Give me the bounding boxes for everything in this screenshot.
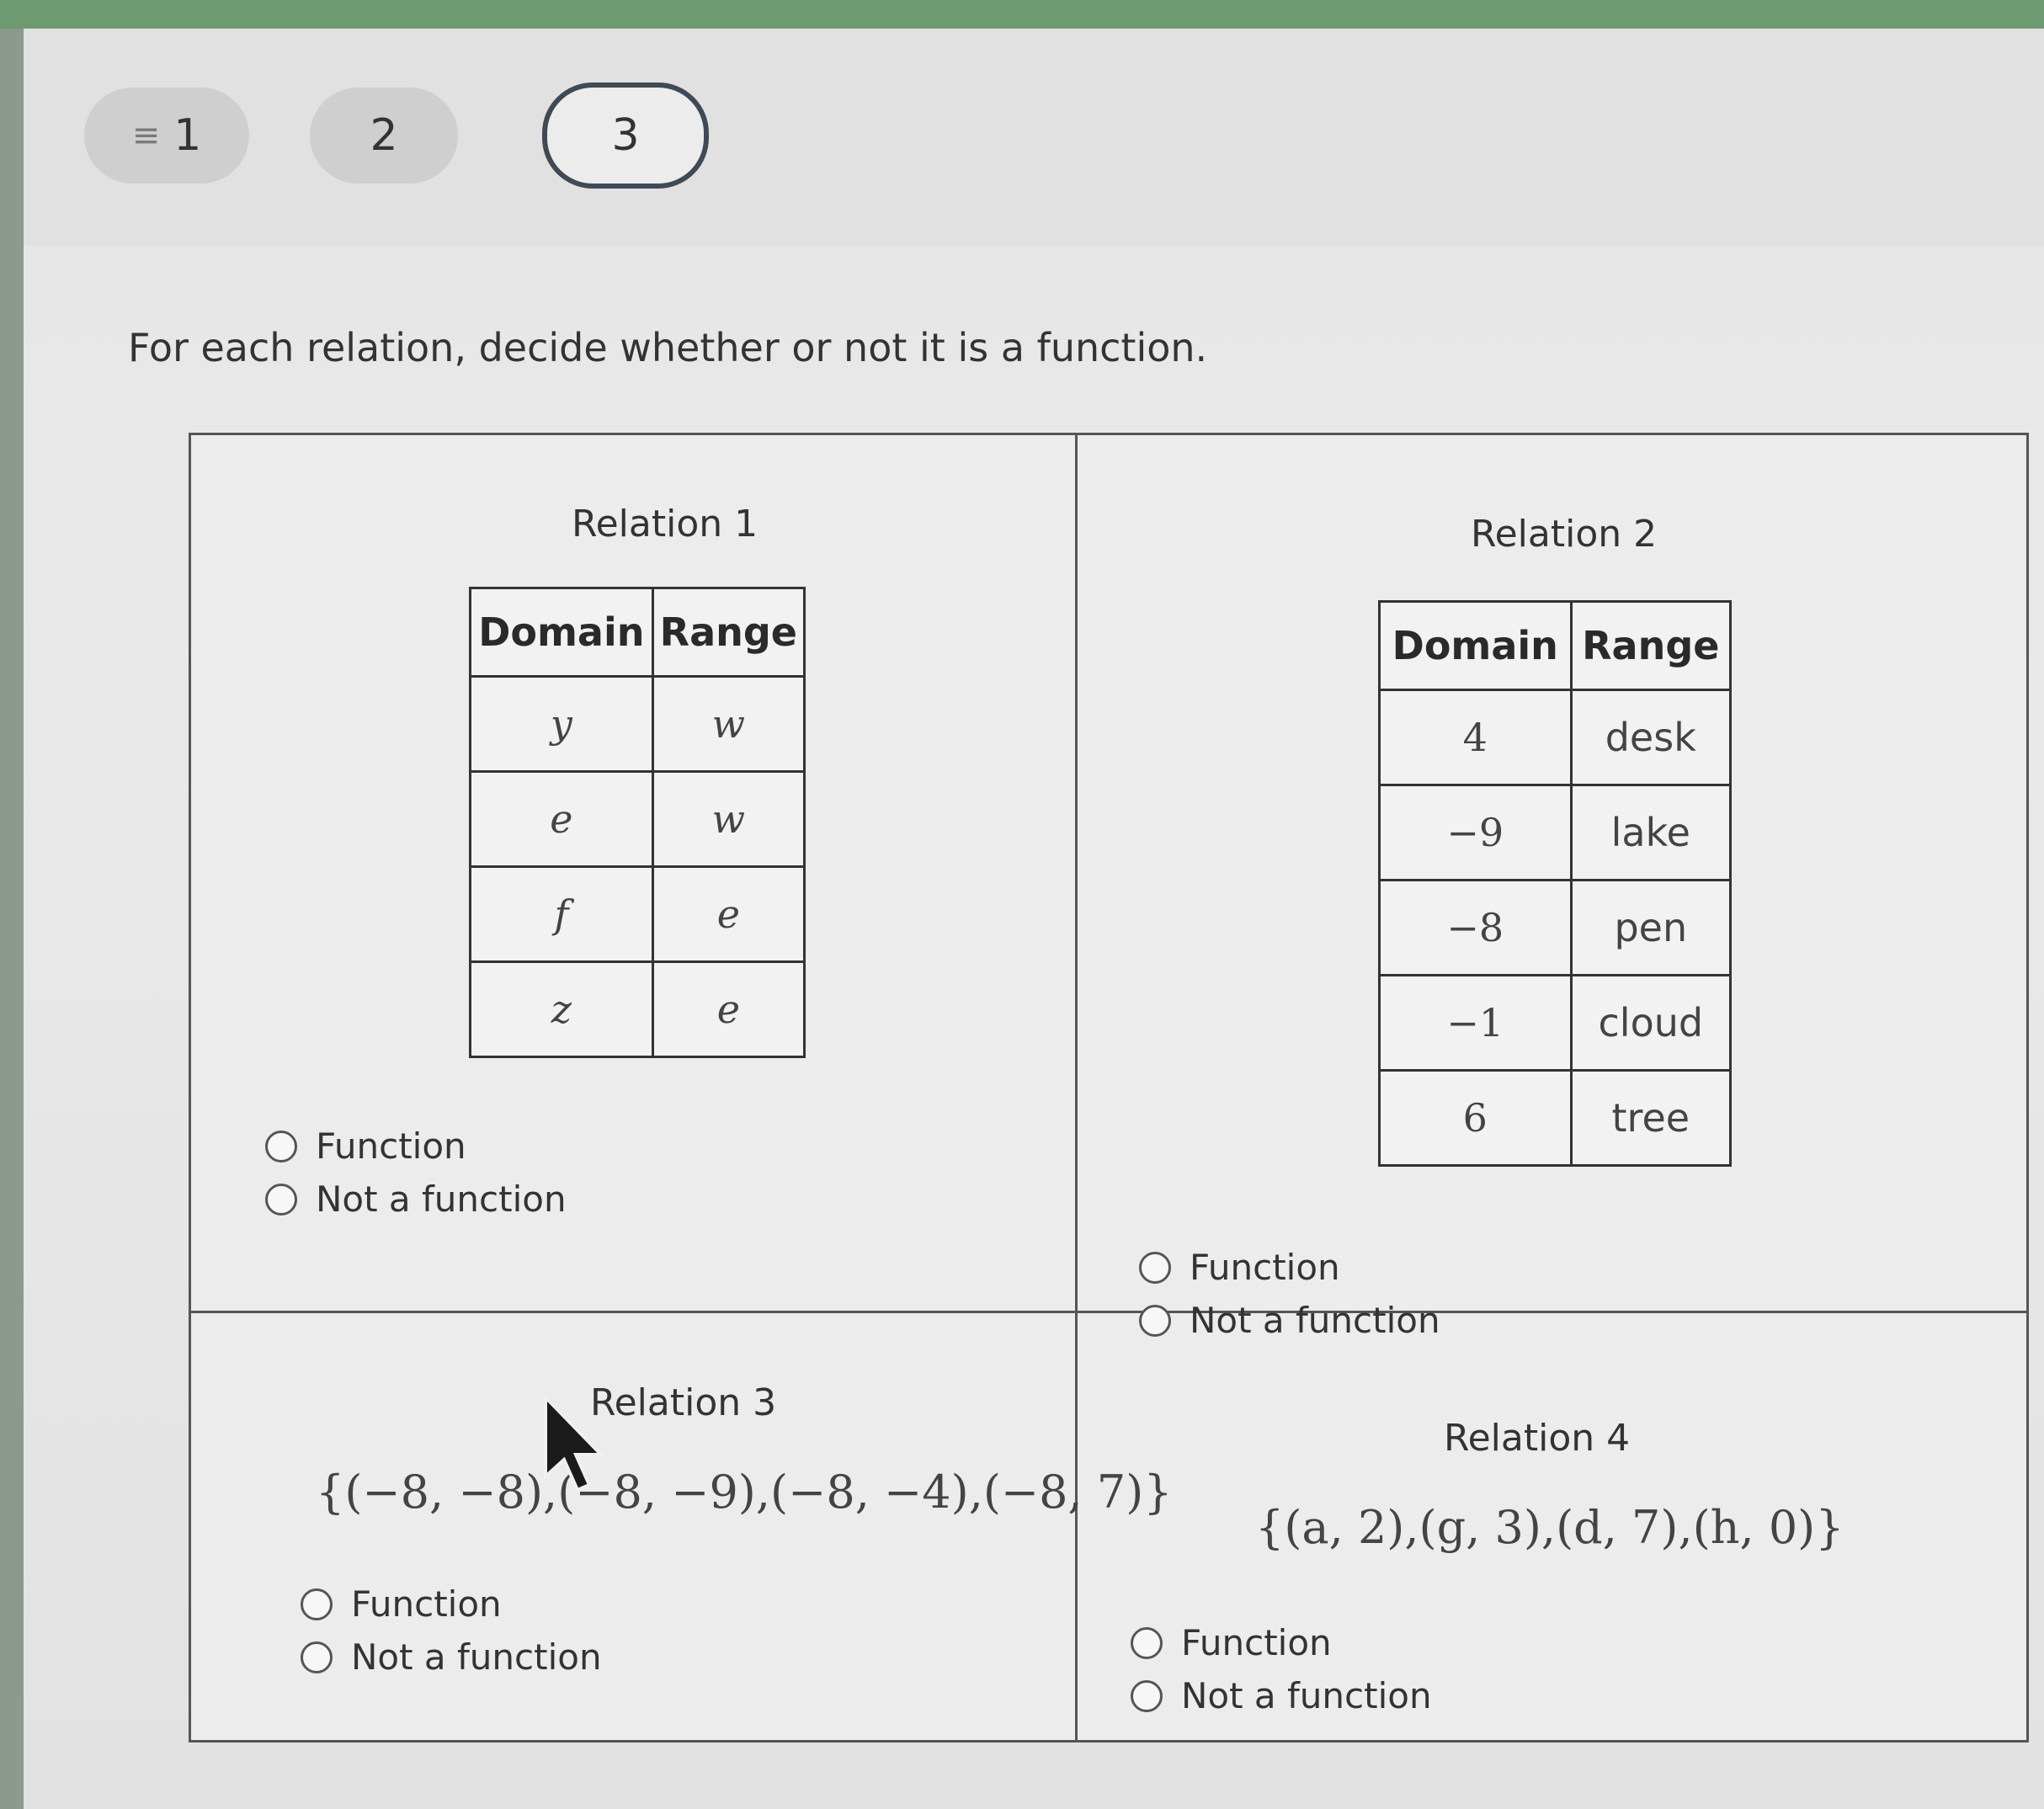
radio-button[interactable] (301, 1641, 333, 1673)
grid-vertical-divider (1075, 435, 1078, 1740)
step-3-button[interactable]: 3 (542, 82, 709, 189)
radio-button[interactable] (301, 1588, 333, 1620)
domain-cell: f (469, 865, 654, 963)
grid-horizontal-divider (191, 1311, 2026, 1313)
option-label: Not a function (316, 1179, 567, 1220)
option-label: Function (1190, 1247, 1340, 1288)
range-cell: cloud (1569, 974, 1733, 1072)
table-row: −8 pen (1378, 879, 1733, 976)
relation-1-table: Domain Range y w e w f e z e (469, 587, 806, 1058)
relation-1-options: Function Not a function (265, 1125, 567, 1232)
relation-4-function-option[interactable]: Function (1131, 1622, 1432, 1663)
step-2-button[interactable]: 2 (310, 88, 458, 184)
range-cell: lake (1569, 784, 1733, 881)
radio-button[interactable] (1139, 1251, 1171, 1284)
domain-cell: −9 (1378, 784, 1573, 881)
step-1-label: 1 (173, 110, 202, 161)
step-3-label: 3 (611, 110, 640, 161)
domain-cell: 6 (1378, 1069, 1573, 1167)
option-label: Function (316, 1125, 466, 1167)
range-cell: w (651, 675, 806, 773)
option-label: Function (1181, 1622, 1332, 1663)
radio-button[interactable] (1139, 1304, 1171, 1337)
relation-3-not-function-option[interactable]: Not a function (301, 1636, 602, 1678)
radio-button[interactable] (265, 1130, 297, 1163)
domain-cell: z (469, 960, 654, 1058)
domain-cell: 4 (1378, 689, 1573, 786)
relation-1-not-function-option[interactable]: Not a function (265, 1179, 567, 1220)
instructions-text: For each relation, decide whether or not… (128, 325, 1208, 370)
option-label: Function (351, 1583, 502, 1625)
domain-cell: y (469, 675, 654, 773)
relations-grid: Relation 1 Domain Range y w e w f e z e (189, 433, 2029, 1742)
relation-2-domain-header: Domain (1378, 600, 1573, 691)
relation-3-set: {(−8, −8),(−8, −9),(−8, −4),(−8, 7)} (316, 1466, 1173, 1519)
table-row: −9 lake (1378, 784, 1733, 881)
relation-4-set: {(a, 2),(g, 3),(d, 7),(h, 0)} (1255, 1501, 1844, 1554)
range-cell: e (651, 960, 806, 1058)
relation-4-title: Relation 4 (1444, 1417, 1631, 1460)
table-row: z e (469, 960, 806, 1058)
relation-1-function-option[interactable]: Function (265, 1125, 567, 1167)
range-cell: pen (1569, 879, 1733, 976)
question-screen: ≡ 1 2 3 For each relation, decide whethe… (24, 29, 2044, 1809)
domain-cell: −8 (1378, 879, 1573, 976)
step-1-button[interactable]: ≡ 1 (84, 88, 249, 184)
relation-4-not-function-option[interactable]: Not a function (1131, 1675, 1432, 1716)
window-left-edge (0, 29, 24, 1809)
relation-3-title: Relation 3 (590, 1381, 777, 1424)
relation-1-title: Relation 1 (572, 503, 759, 545)
table-row: f e (469, 865, 806, 963)
option-label: Not a function (351, 1636, 602, 1678)
relation-3-options: Function Not a function (301, 1583, 602, 1689)
radio-button[interactable] (1131, 1626, 1163, 1659)
domain-cell: e (469, 770, 654, 868)
table-row: 6 tree (1378, 1069, 1733, 1167)
range-cell: tree (1569, 1069, 1733, 1167)
radio-button[interactable] (265, 1183, 297, 1216)
relation-2-not-function-option[interactable]: Not a function (1139, 1300, 1440, 1341)
option-label: Not a function (1181, 1675, 1432, 1716)
option-label: Not a function (1190, 1300, 1440, 1341)
table-row: y w (469, 675, 806, 773)
mouse-pointer-icon (544, 1396, 605, 1492)
relation-2-range-header: Range (1569, 600, 1733, 691)
menu-lines-icon: ≡ (131, 116, 161, 155)
table-row: e w (469, 770, 806, 868)
step-2-label: 2 (370, 110, 398, 161)
relation-3-function-option[interactable]: Function (301, 1583, 602, 1625)
table-row: −1 cloud (1378, 974, 1733, 1072)
relation-2-title: Relation 2 (1471, 513, 1658, 556)
relation-4-options: Function Not a function (1131, 1622, 1432, 1728)
window-top-edge (0, 0, 2044, 29)
relation-1-range-header: Range (651, 587, 806, 678)
domain-cell: −1 (1378, 974, 1573, 1072)
table-row: 4 desk (1378, 689, 1733, 786)
relation-2-table: Domain Range 4 desk −9 lake −8 pen −1 cl… (1378, 600, 1733, 1167)
relation-2-options: Function Not a function (1139, 1247, 1440, 1353)
radio-button[interactable] (1131, 1679, 1163, 1712)
range-cell: e (651, 865, 806, 963)
relation-1-domain-header: Domain (469, 587, 654, 678)
range-cell: w (651, 770, 806, 868)
relation-2-function-option[interactable]: Function (1139, 1247, 1440, 1288)
step-navigation: ≡ 1 2 3 (24, 29, 2044, 246)
range-cell: desk (1569, 689, 1733, 786)
